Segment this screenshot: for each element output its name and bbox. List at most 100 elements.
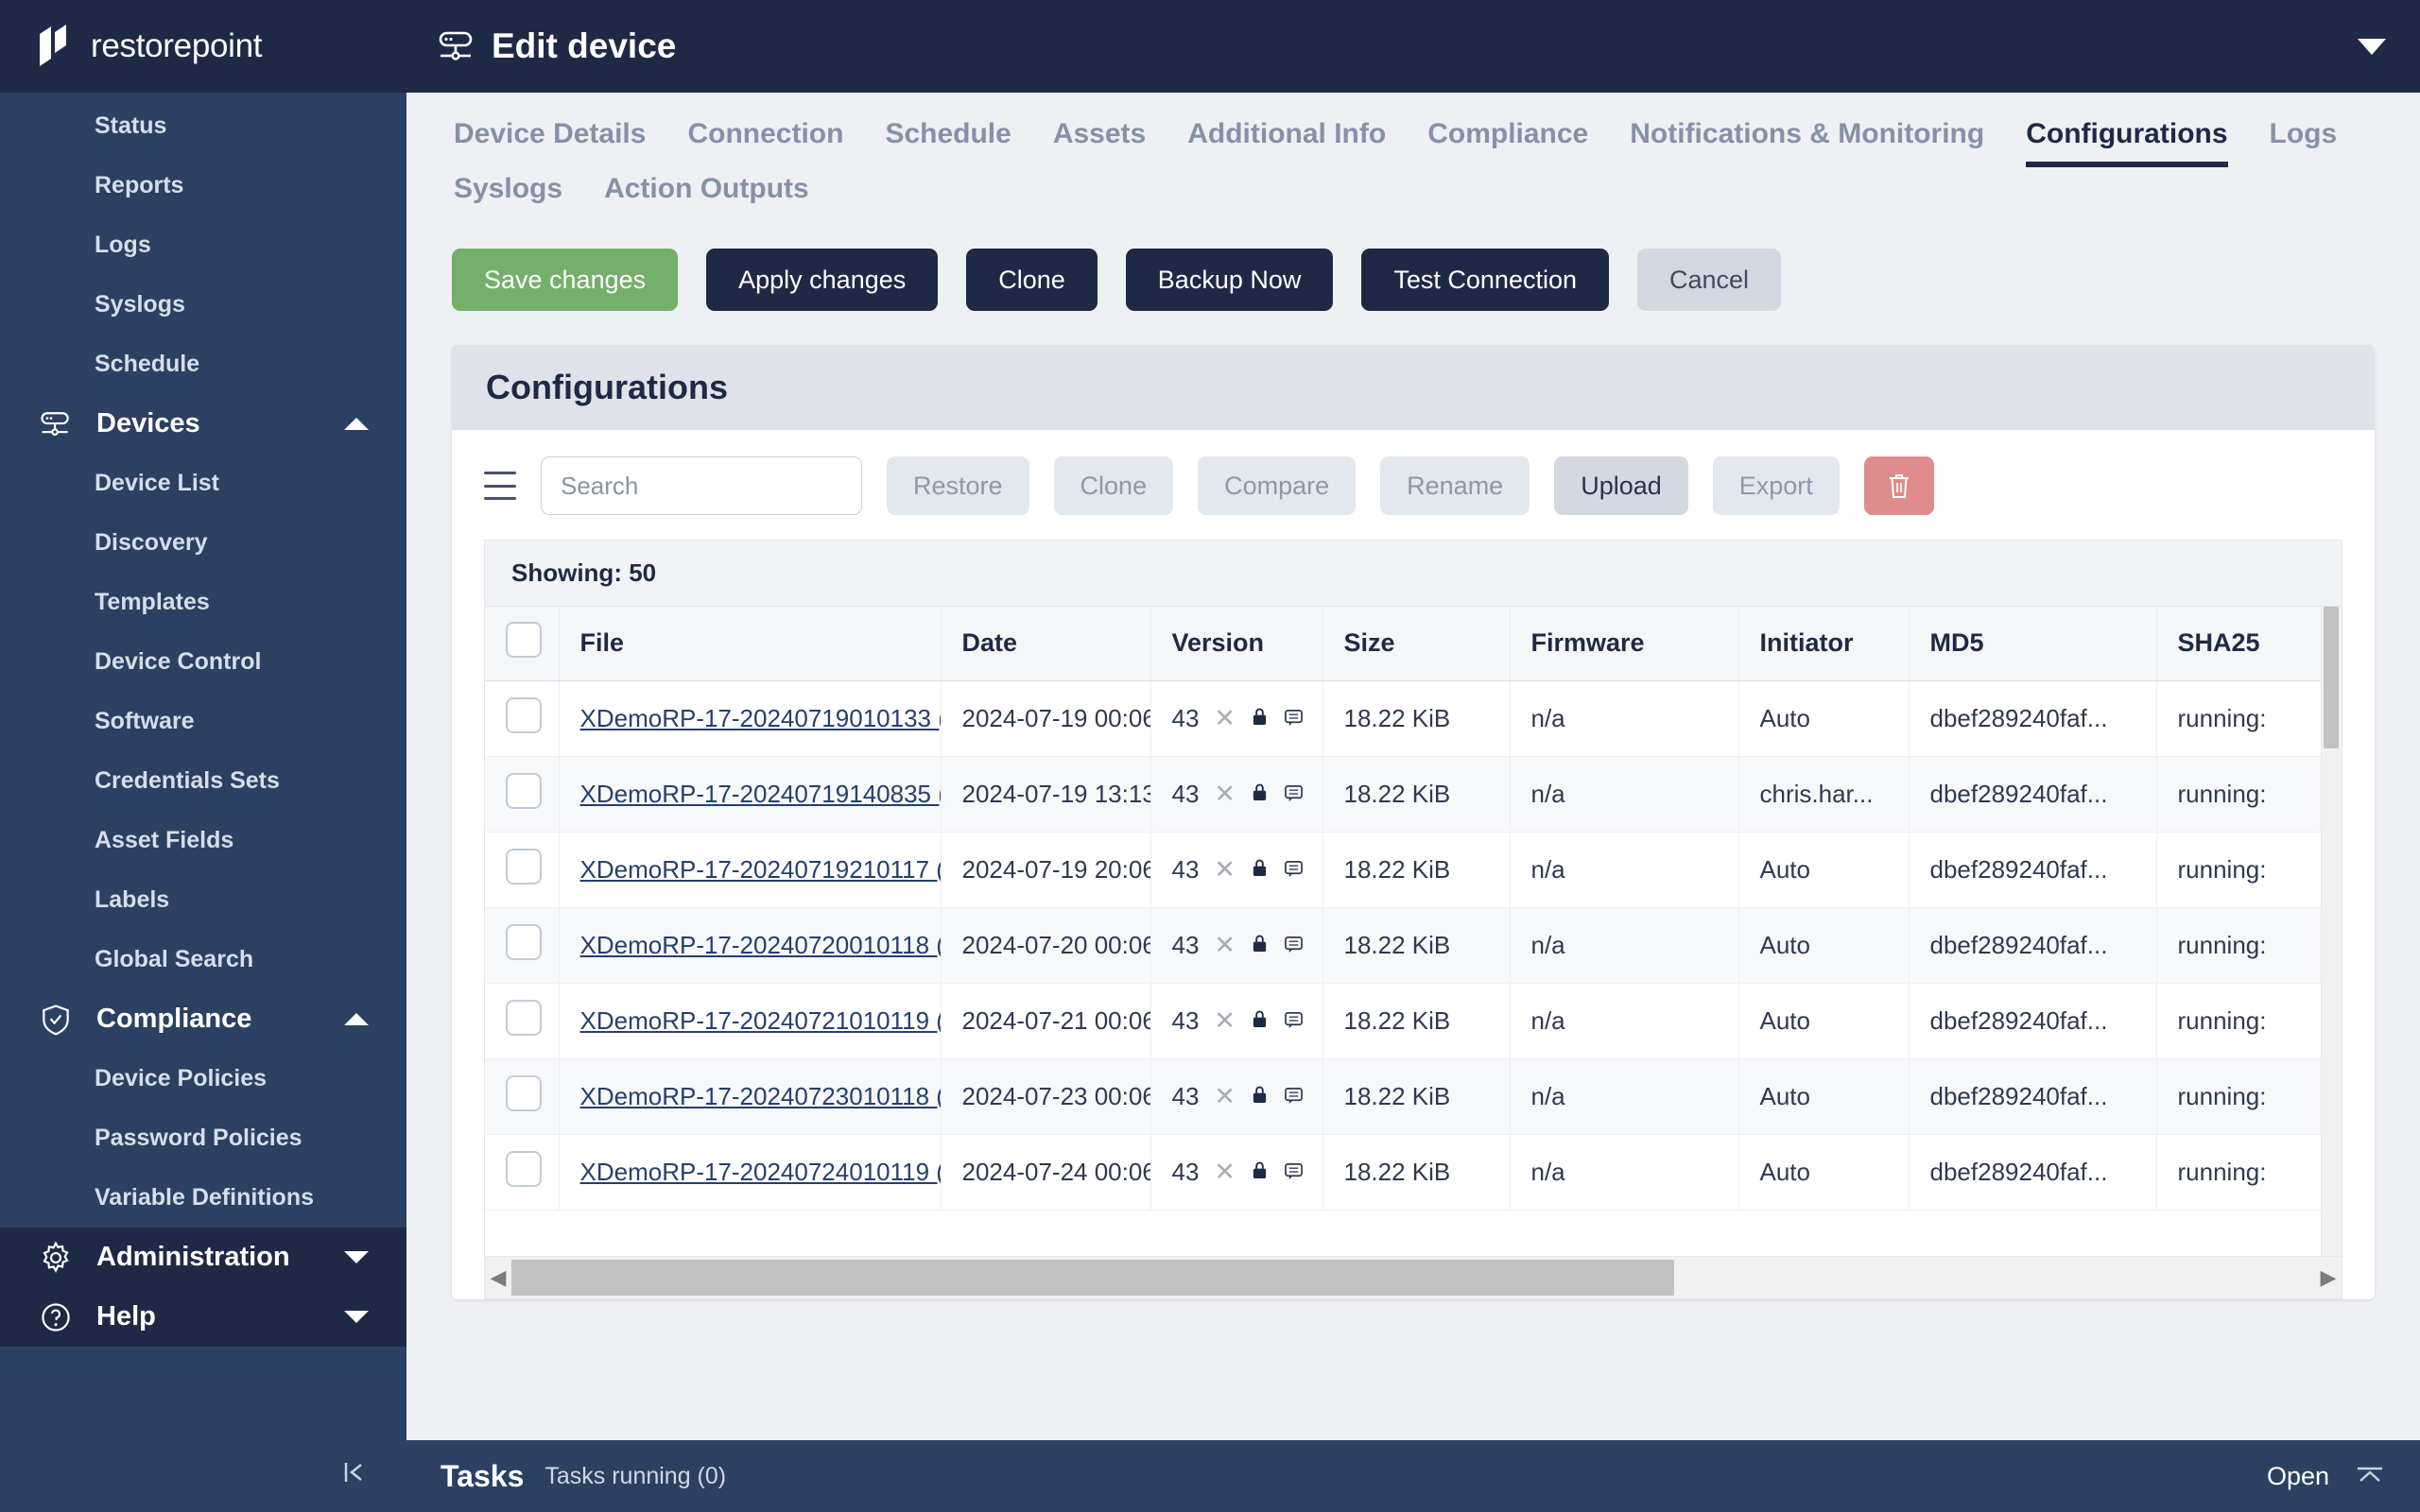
compare-button[interactable]: Compare (1198, 456, 1357, 515)
column-header-initiator[interactable]: Initiator (1738, 607, 1910, 681)
upload-button[interactable]: Upload (1554, 456, 1688, 515)
lock-icon-wrap[interactable] (1251, 931, 1269, 960)
comment-icon-wrap[interactable] (1284, 931, 1304, 960)
row-checkbox[interactable] (506, 848, 542, 885)
row-checkbox[interactable] (506, 1150, 542, 1187)
chevron-up-icon[interactable] (2354, 1463, 2386, 1490)
brand[interactable]: restorepoint (0, 0, 406, 93)
column-header-size[interactable]: Size (1322, 607, 1511, 681)
column-header-firmware[interactable]: Firmware (1510, 607, 1739, 681)
select-all-checkbox[interactable] (506, 622, 542, 659)
file-link[interactable]: XDemoRP-17-20240719140835 (star... (580, 780, 941, 808)
sidebar-item-logs[interactable]: Logs (0, 215, 406, 275)
sidebar-item-device-policies[interactable]: Device Policies (0, 1049, 406, 1108)
comment-icon-wrap[interactable] (1284, 855, 1304, 885)
table-row[interactable]: XDemoRP-17-20240719210117 (start...2024-… (485, 832, 2342, 908)
sidebar-item-global-search[interactable]: Global Search (0, 930, 406, 989)
file-link[interactable]: XDemoRP-17-20240724010119 (star... (580, 1158, 941, 1186)
tab-logs[interactable]: Logs (2270, 118, 2338, 167)
chevron-down-icon[interactable] (344, 1251, 369, 1263)
lock-icon-wrap[interactable] (1251, 1082, 1269, 1111)
sidebar-item-help[interactable]: Help (0, 1287, 406, 1347)
table-row[interactable]: XDemoRP-17-20240719010133 (star...2024-0… (485, 680, 2342, 757)
sidebar-item-software[interactable]: Software (0, 692, 406, 751)
column-header-date[interactable]: Date (941, 607, 1151, 681)
tab-notifications-monitoring[interactable]: Notifications & Monitoring (1630, 118, 1984, 167)
tab-additional-info[interactable]: Additional Info (1187, 118, 1386, 167)
tab-connection[interactable]: Connection (687, 118, 843, 167)
horizontal-scrollbar-thumb[interactable] (511, 1260, 1674, 1296)
comment-icon-wrap[interactable] (1284, 1158, 1304, 1187)
export-button[interactable]: Export (1712, 456, 1840, 515)
lock-icon-wrap[interactable] (1251, 1006, 1269, 1036)
file-link[interactable]: XDemoRP-17-20240719210117 (start... (580, 855, 941, 884)
collapse-sidebar-icon[interactable] (338, 1458, 367, 1491)
save-changes-button[interactable]: Save changes (452, 249, 679, 311)
scroll-right-arrow[interactable]: ▶ (2315, 1265, 2342, 1290)
sidebar-item-device-list[interactable]: Device List (0, 454, 406, 513)
row-checkbox[interactable] (506, 696, 542, 733)
file-link[interactable]: XDemoRP-17-20240720010118 (star... (580, 931, 941, 959)
restore-button[interactable]: Restore (887, 456, 1029, 515)
clone-button[interactable]: Clone (1053, 456, 1174, 515)
sidebar-item-devices[interactable]: Devices (0, 394, 406, 454)
close-icon[interactable]: ✕ (1214, 705, 1236, 731)
sidebar-item-syslogs[interactable]: Syslogs (0, 275, 406, 335)
row-checkbox[interactable] (506, 999, 542, 1036)
sidebar-item-templates[interactable]: Templates (0, 573, 406, 632)
row-checkbox[interactable] (506, 1074, 542, 1111)
horizontal-scrollbar[interactable]: ◀ ▶ (484, 1256, 2342, 1299)
vertical-scrollbar-thumb[interactable] (2324, 607, 2339, 748)
tab-compliance[interactable]: Compliance (1427, 118, 1588, 167)
sidebar-item-status[interactable]: Status (0, 96, 406, 156)
close-icon[interactable]: ✕ (1214, 1083, 1236, 1109)
sidebar-item-variable-definitions[interactable]: Variable Definitions (0, 1168, 406, 1228)
close-icon[interactable]: ✕ (1214, 1007, 1236, 1034)
sidebar-item-password-policies[interactable]: Password Policies (0, 1108, 406, 1168)
row-checkbox[interactable] (506, 923, 542, 960)
sidebar-item-device-control[interactable]: Device Control (0, 632, 406, 692)
apply-changes-button[interactable]: Apply changes (706, 249, 939, 311)
comment-icon-wrap[interactable] (1284, 704, 1304, 733)
chevron-up-icon[interactable] (344, 1013, 369, 1025)
table-row[interactable]: XDemoRP-17-20240719140835 (star...2024-0… (485, 756, 2342, 833)
horizontal-scroll-track[interactable] (511, 1257, 2315, 1298)
file-link[interactable]: XDemoRP-17-20240721010119 (star... (580, 1006, 941, 1035)
row-checkbox[interactable] (506, 772, 542, 809)
close-icon[interactable]: ✕ (1214, 856, 1236, 883)
column-header-md5[interactable]: MD5 (1909, 607, 2157, 681)
lock-icon-wrap[interactable] (1251, 1158, 1269, 1187)
sidebar-item-credentials-sets[interactable]: Credentials Sets (0, 751, 406, 811)
column-header-sha25[interactable]: SHA25 (2156, 607, 2342, 681)
lock-icon-wrap[interactable] (1251, 704, 1269, 733)
column-header-file[interactable]: File (559, 607, 942, 681)
cancel-button[interactable]: Cancel (1637, 249, 1782, 311)
sidebar-item-asset-fields[interactable]: Asset Fields (0, 811, 406, 870)
sidebar-item-schedule[interactable]: Schedule (0, 335, 406, 394)
tab-configurations[interactable]: Configurations (2026, 118, 2228, 167)
table-row[interactable]: XDemoRP-17-20240723010118 (star...2024-0… (485, 1058, 2342, 1135)
tab-assets[interactable]: Assets (1053, 118, 1146, 167)
table-row[interactable]: XDemoRP-17-20240724010119 (star...2024-0… (485, 1134, 2342, 1211)
table-row[interactable]: XDemoRP-17-20240721010119 (star...2024-0… (485, 983, 2342, 1059)
test-connection-button[interactable]: Test Connection (1361, 249, 1609, 311)
close-icon[interactable]: ✕ (1214, 1159, 1236, 1185)
sidebar-item-administration[interactable]: Administration (0, 1228, 406, 1287)
close-icon[interactable]: ✕ (1214, 781, 1236, 807)
scroll-left-arrow[interactable]: ◀ (485, 1265, 511, 1290)
clone-button[interactable]: Clone (966, 249, 1098, 311)
sidebar-item-labels[interactable]: Labels (0, 870, 406, 930)
table-row[interactable]: XDemoRP-17-20240720010118 (star...2024-0… (485, 907, 2342, 984)
sidebar-item-reports[interactable]: Reports (0, 156, 406, 215)
tab-schedule[interactable]: Schedule (885, 118, 1011, 167)
search-input[interactable] (541, 456, 862, 515)
comment-icon-wrap[interactable] (1284, 1006, 1304, 1036)
sidebar-item-discovery[interactable]: Discovery (0, 513, 406, 573)
comment-icon-wrap[interactable] (1284, 1082, 1304, 1111)
tab-action-outputs[interactable]: Action Outputs (604, 173, 809, 222)
delete-button[interactable] (1863, 456, 1934, 515)
hamburger-icon[interactable] (484, 472, 516, 500)
sidebar-item-compliance[interactable]: Compliance (0, 989, 406, 1049)
chevron-up-icon[interactable] (344, 418, 369, 430)
close-icon[interactable]: ✕ (1214, 932, 1236, 958)
